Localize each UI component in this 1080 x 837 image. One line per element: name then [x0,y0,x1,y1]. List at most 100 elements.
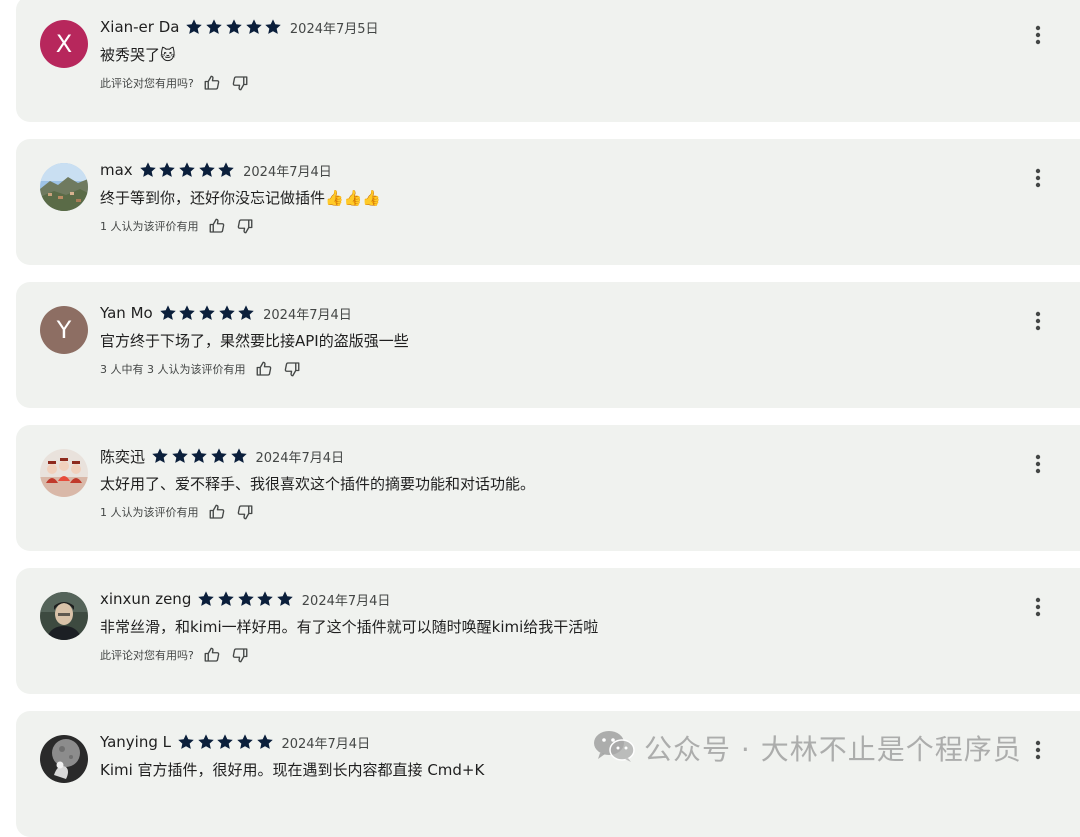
star-icon [216,733,236,751]
thumb-down-icon[interactable] [235,502,255,522]
star-icon [198,304,218,322]
avatar: X [40,20,88,68]
reviewer-name: max [100,161,133,179]
star-icon [264,18,284,36]
star-rating [151,447,249,465]
star-icon [139,161,159,179]
review-card: X Xian-er Da 2024年7月5日被秀哭了🐱 此评论对您有用吗? [16,0,1080,122]
review-text: 非常丝滑，和kimi一样好用。有了这个插件就可以随时唤醒kimi给我干活啦 [100,618,599,636]
review-header: Xian-er Da 2024年7月5日 [100,16,379,38]
review-header: 陈奕迅 2024年7月4日 [100,445,344,467]
star-icon [205,18,225,36]
more-vert-icon[interactable] [1026,590,1050,624]
review-text: 被秀哭了🐱 [100,46,176,64]
thumb-up-icon[interactable] [202,645,222,665]
star-icon [197,733,217,751]
reviewer-name: Yan Mo [100,304,153,322]
review-date: 2024年7月4日 [255,450,345,466]
landscape-photo-icon [40,163,88,211]
review-header: Yanying L 2024年7月4日 [100,731,370,753]
star-icon [178,161,198,179]
review-date: 2024年7月5日 [289,21,379,37]
star-icon [178,304,198,322]
moon-photo-icon [40,735,88,783]
star-icon [217,590,237,608]
star-rating [159,304,257,322]
reviewer-name: Xian-er Da [100,18,180,36]
reviewer-name: Yanying L [100,733,171,751]
helpful-label: 此评论对您有用吗? [100,649,194,662]
review-date: 2024年7月4日 [281,736,371,752]
reviewer-name: 陈奕迅 [100,447,146,466]
thumb-down-icon[interactable] [282,359,302,379]
reviewer-name: xinxun zeng [100,590,192,608]
star-icon [197,590,217,608]
star-icon [159,304,179,322]
portrait-photo-icon [40,592,88,640]
helpful-row: 3 人中有 3 人认为该评价有用 [100,360,310,378]
review-card: Y Yan Mo 2024年7月4日官方终于下场了，果然要比接API的盗版强一些 3 … [16,282,1080,408]
more-vert-icon[interactable] [1026,733,1050,767]
thumb-up-icon[interactable] [207,502,227,522]
helpful-row: 此评论对您有用吗? [100,646,258,664]
review-card: Yanying L 2024年7月4日 Kimi 官方插件，很好用。现在遇到长内容都… [16,711,1080,837]
star-rating [177,733,275,751]
review-text: 终于等到你，还好你没忘记做插件👍👍👍 [100,189,382,207]
review-text: 太好用了、爱不释手、我很喜欢这个插件的摘要功能和对话功能。 [100,475,536,493]
thumb-up-icon[interactable] [202,73,222,93]
star-icon [245,18,265,36]
star-icon [256,590,276,608]
helpful-label: 此评论对您有用吗? [100,77,194,90]
star-icon [218,304,238,322]
star-rating [139,161,237,179]
star-icon [230,447,250,465]
star-icon [236,733,256,751]
helpful-label: 1 人认为该评价有用 [100,220,199,233]
avatar-letter: X [55,30,73,58]
review-header: xinxun zeng 2024年7月4日 [100,588,390,610]
star-icon [185,18,205,36]
avatar: Y [40,306,88,354]
more-vert-icon[interactable] [1026,304,1050,338]
helpful-row: 此评论对您有用吗? [100,74,258,92]
star-rating [185,18,283,36]
thumb-up-icon[interactable] [254,359,274,379]
group-photo-icon [40,449,88,497]
star-icon [190,447,210,465]
star-icon [225,18,245,36]
review-card: max 2024年7月4日终于等到你，还好你没忘记做插件👍👍👍 1 人认为该评价有用 [16,139,1080,265]
more-vert-icon[interactable] [1026,18,1050,52]
review-card: xinxun zeng 2024年7月4日非常丝滑，和kimi一样好用。有了这个插… [16,568,1080,694]
star-icon [198,161,218,179]
star-icon [151,447,171,465]
helpful-row: 1 人认为该评价有用 [100,503,263,521]
review-date: 2024年7月4日 [301,593,391,609]
star-icon [217,161,237,179]
more-vert-icon[interactable] [1026,161,1050,195]
thumb-down-icon[interactable] [230,645,250,665]
star-icon [276,590,296,608]
star-icon [158,161,178,179]
thumb-down-icon[interactable] [230,73,250,93]
more-vert-icon[interactable] [1026,447,1050,481]
star-icon [210,447,230,465]
star-icon [256,733,276,751]
star-icon [177,733,197,751]
thumb-down-icon[interactable] [235,216,255,236]
review-date: 2024年7月4日 [263,307,352,323]
review-list: X Xian-er Da 2024年7月5日被秀哭了🐱 此评论对您有用吗? max 202… [0,0,1080,837]
review-card: 陈奕迅 2024年7月4日太好用了、爱不释手、我很喜欢这个插件的摘要功能和对话功能… [16,425,1080,551]
star-icon [237,590,257,608]
helpful-label: 3 人中有 3 人认为该评价有用 [100,363,246,376]
avatar-letter: Y [56,316,72,344]
helpful-row: 1 人认为该评价有用 [100,217,263,235]
review-date: 2024年7月4日 [243,164,332,180]
thumb-up-icon[interactable] [207,216,227,236]
review-header: Yan Mo 2024年7月4日 [100,302,352,324]
star-rating [197,590,295,608]
helpful-label: 1 人认为该评价有用 [100,506,199,519]
review-text: Kimi 官方插件，很好用。现在遇到长内容都直接 Cmd+K [100,761,485,779]
review-text: 官方终于下场了，果然要比接API的盗版强一些 [100,332,409,350]
review-header: max 2024年7月4日 [100,159,332,181]
star-icon [237,304,257,322]
